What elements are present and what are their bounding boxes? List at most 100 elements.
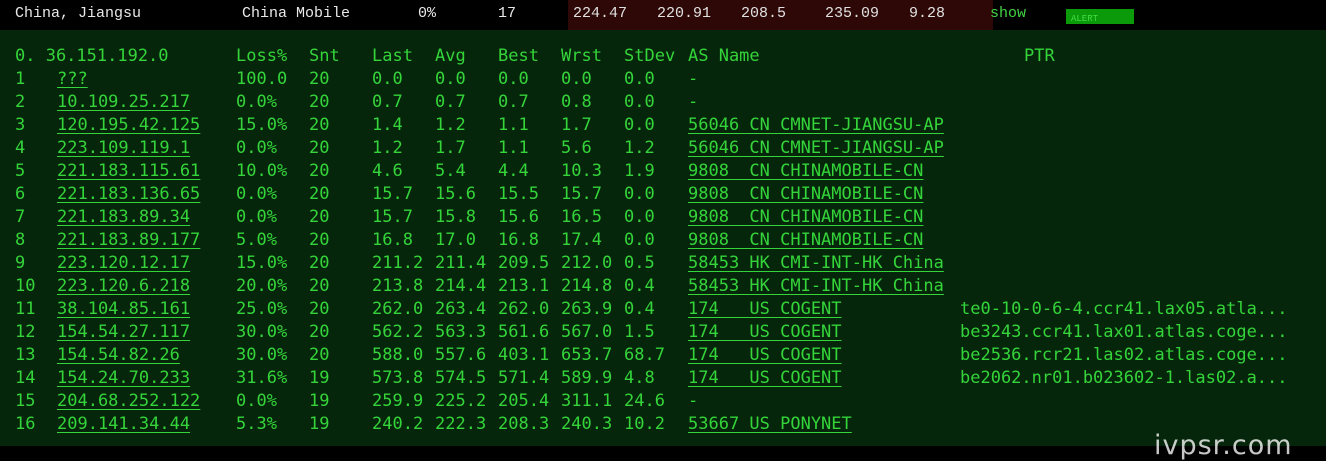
- hop-wrst: 0.0: [561, 69, 592, 89]
- hop-last: 240.2: [372, 414, 424, 434]
- hop-asname[interactable]: 58453 HK CMI-INT-HK China: [688, 275, 944, 297]
- hop-ip-link[interactable]: 120.195.42.125: [57, 114, 200, 136]
- hop-last: 262.0: [372, 299, 424, 319]
- hop-number: 1: [15, 69, 26, 89]
- hop-ptr: be2062.nr01.b023602-1.las02.a...: [960, 368, 1288, 388]
- hop-asname: -: [688, 92, 699, 112]
- hop-wrst: 5.6: [561, 138, 592, 158]
- hop-wrst: 214.8: [561, 276, 613, 296]
- hop-asname[interactable]: 9808 CN CHINAMOBILE-CN: [688, 160, 923, 182]
- hop-best: 209.5: [498, 253, 550, 273]
- hop-wrst: 212.0: [561, 253, 613, 273]
- hop-avg: 225.2: [435, 391, 487, 411]
- hop-last: 573.8: [372, 368, 424, 388]
- hop-ip-link[interactable]: 38.104.85.161: [57, 298, 190, 320]
- hop-wrst: 311.1: [561, 391, 613, 411]
- hop-stdev: 68.7: [624, 345, 665, 365]
- hop-number: 12: [15, 322, 36, 342]
- hop-ip-link[interactable]: ???: [57, 68, 88, 90]
- summary-last: 224.47: [573, 5, 628, 22]
- hop-asname[interactable]: 174 US COGENT: [688, 367, 842, 389]
- hop-stdev: 0.4: [624, 276, 655, 296]
- summary-loss: 0%: [418, 5, 437, 22]
- hop-ip-link[interactable]: 209.141.34.44: [57, 413, 190, 435]
- table-row: 5 221.183.115.61 10.0% 20 4.6 5.4 4.4 10.3 1.9 98…: [0, 160, 1326, 182]
- hop-avg: 563.3: [435, 322, 487, 342]
- hop-best: 1.1: [498, 138, 529, 158]
- hop-ip-link[interactable]: 10.109.25.217: [57, 91, 190, 113]
- table-row: 2 10.109.25.217 0.0% 20 0.7 0.7 0.7 0.8 0.0 -: [0, 91, 1326, 113]
- hop-ip-link[interactable]: 223.109.119.1: [57, 137, 190, 159]
- hop-last: 1.4: [372, 115, 403, 135]
- hop-snt: 20: [309, 92, 330, 112]
- header-target: 0. 36.151.192.0: [15, 45, 169, 67]
- hop-last: 562.2: [372, 322, 424, 342]
- hop-ip-link[interactable]: 154.54.27.117: [57, 321, 190, 343]
- header-avg: Avg: [435, 46, 466, 66]
- hop-wrst: 17.4: [561, 230, 602, 250]
- hop-stdev: 0.0: [624, 115, 655, 135]
- table-row: 3 120.195.42.125 15.0% 20 1.4 1.2 1.1 1.7 0.0 560…: [0, 114, 1326, 136]
- hop-asname[interactable]: 9808 CN CHINAMOBILE-CN: [688, 206, 923, 228]
- hop-best: 403.1: [498, 345, 550, 365]
- hop-stdev: 0.0: [624, 92, 655, 112]
- header-wrst: Wrst: [561, 46, 602, 66]
- hop-number: 11: [15, 299, 36, 319]
- hop-asname[interactable]: 56046 CN CMNET-JIANGSU-AP: [688, 114, 944, 136]
- hop-asname[interactable]: 9808 CN CHINAMOBILE-CN: [688, 229, 923, 251]
- hop-avg: 15.6: [435, 184, 476, 204]
- hop-stdev: 4.8: [624, 368, 655, 388]
- table-row: 12 154.54.27.117 30.0% 20 562.2 563.3 561.6 567…: [0, 321, 1326, 343]
- hop-ip-link[interactable]: 223.120.12.17: [57, 252, 190, 274]
- summary-sent: 17: [498, 5, 517, 22]
- hop-ip-link[interactable]: 221.183.89.34: [57, 206, 190, 228]
- hop-wrst: 15.7: [561, 184, 602, 204]
- hop-avg: 574.5: [435, 368, 487, 388]
- hop-number: 5: [15, 161, 26, 181]
- hop-best: 4.4: [498, 161, 529, 181]
- hop-best: 205.4: [498, 391, 550, 411]
- status-bar-text: ALERT: [1071, 14, 1099, 24]
- table-row: 11 38.104.85.161 25.0% 20 262.0 263.4 262.0 263…: [0, 298, 1326, 320]
- hop-wrst: 10.3: [561, 161, 602, 181]
- hop-best: 561.6: [498, 322, 550, 342]
- hop-asname[interactable]: 53667 US PONYNET: [688, 413, 852, 435]
- hop-asname[interactable]: 174 US COGENT: [688, 344, 842, 366]
- hop-ip-link[interactable]: 204.68.252.122: [57, 390, 200, 412]
- hop-asname[interactable]: 174 US COGENT: [688, 298, 842, 320]
- hop-stdev: 24.6: [624, 391, 665, 411]
- hop-asname[interactable]: 58453 HK CMI-INT-HK China: [688, 252, 944, 274]
- hop-snt: 20: [309, 184, 330, 204]
- hop-ip-link[interactable]: 154.24.70.233: [57, 367, 190, 389]
- hop-number: 10: [15, 276, 36, 296]
- hop-best: 15.6: [498, 207, 539, 227]
- hop-number: 15: [15, 391, 36, 411]
- hop-ip-link[interactable]: 154.54.82.26: [57, 344, 180, 366]
- hop-loss: 0.0%: [236, 184, 277, 204]
- hop-loss: 5.3%: [236, 414, 277, 434]
- hop-number: 16: [15, 414, 36, 434]
- hop-stdev: 1.5: [624, 322, 655, 342]
- header-best: Best: [498, 46, 539, 66]
- hop-ip-link[interactable]: 223.120.6.218: [57, 275, 190, 297]
- hop-loss: 100.0: [236, 69, 288, 89]
- hop-last: 213.8: [372, 276, 424, 296]
- hop-snt: 20: [309, 276, 330, 296]
- hop-best: 16.8: [498, 230, 539, 250]
- hop-asname[interactable]: 174 US COGENT: [688, 321, 842, 343]
- hop-stdev: 0.0: [624, 230, 655, 250]
- hop-snt: 19: [309, 391, 330, 411]
- hop-ip-link[interactable]: 221.183.89.177: [57, 229, 200, 251]
- table-row: 14 154.24.70.233 31.6% 19 573.8 574.5 571.4 589…: [0, 367, 1326, 389]
- hop-wrst: 589.9: [561, 368, 613, 388]
- hop-wrst: 653.7: [561, 345, 613, 365]
- show-button[interactable]: show: [990, 5, 1026, 22]
- hop-asname[interactable]: 9808 CN CHINAMOBILE-CN: [688, 183, 923, 205]
- hop-ip-link[interactable]: 221.183.136.65: [57, 183, 200, 205]
- hop-stdev: 0.4: [624, 299, 655, 319]
- hop-best: 15.5: [498, 184, 539, 204]
- hop-snt: 20: [309, 253, 330, 273]
- hop-best: 262.0: [498, 299, 550, 319]
- hop-asname[interactable]: 56046 CN CMNET-JIANGSU-AP: [688, 137, 944, 159]
- hop-ip-link[interactable]: 221.183.115.61: [57, 160, 200, 182]
